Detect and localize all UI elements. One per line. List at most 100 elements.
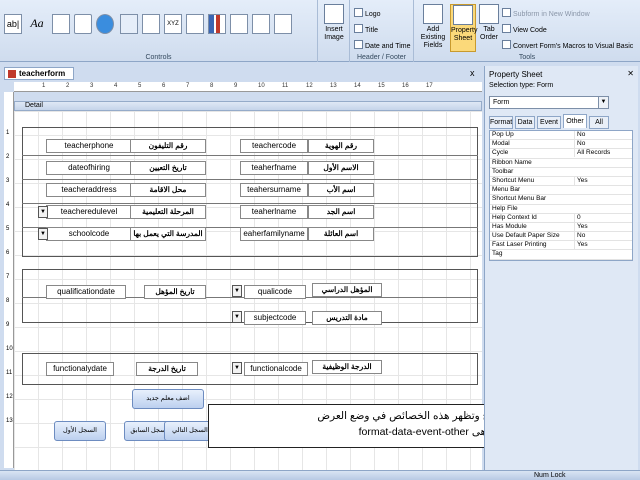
teacher-field[interactable]: teacheraddress	[46, 183, 132, 197]
property-row[interactable]: Has Module Yes	[490, 222, 632, 233]
subjectcode-field[interactable]: subjectcode	[244, 311, 306, 325]
view-code-label: View Code	[513, 27, 547, 34]
teacher-field[interactable]: eaherfamilyname	[240, 227, 308, 241]
textbox-control-icon[interactable]: Aa	[28, 14, 46, 34]
label-control-icon[interactable]: ab|	[4, 14, 22, 34]
title-button[interactable]: Title	[354, 24, 378, 35]
vertical-ruler: 1 2 3 4 5 6 7 8 9 10 11 12 13	[4, 92, 14, 468]
add-teacher-button[interactable]: اضف معلم جديد	[132, 389, 204, 409]
chart-control-icon[interactable]	[208, 14, 226, 34]
property-value[interactable]: Yes	[574, 222, 632, 231]
ruler-tick: 10	[6, 346, 13, 352]
logo-button[interactable]: Logo	[354, 8, 381, 19]
tab-other[interactable]: Other	[563, 114, 587, 128]
tab-event[interactable]: Event	[537, 116, 561, 129]
header-footer-label: Header / Footer	[356, 54, 407, 61]
property-value[interactable]: Yes	[574, 241, 632, 250]
fields-icon	[423, 4, 443, 24]
property-value[interactable]: No	[574, 232, 632, 241]
tab-data[interactable]: Data	[515, 116, 535, 129]
property-row[interactable]: Shortcut Menu Yes	[490, 176, 632, 187]
detail-section-header[interactable]: Detail	[14, 101, 482, 111]
ruler-tick: 6	[6, 250, 10, 256]
ruler-tick: 3	[6, 178, 10, 184]
functionalydate-field[interactable]: functionalydate	[46, 362, 114, 376]
property-row[interactable]: Fast Laser Printing Yes	[490, 241, 632, 251]
ruler-tick: 12	[6, 394, 13, 400]
chevron-down-icon[interactable]: ▼	[598, 97, 608, 108]
property-grid: Pop Up No Modal No Cycle All Records Ribbon Na…	[489, 130, 633, 261]
teacher-field[interactable]: teahersurname	[240, 183, 308, 197]
more-controls-icon[interactable]	[274, 14, 292, 34]
qualificationdate-field[interactable]: qualificationdate	[46, 285, 126, 299]
property-row[interactable]: Tag	[490, 250, 632, 260]
toggle-button-icon[interactable]	[252, 14, 270, 34]
property-value[interactable]: Yes	[574, 176, 632, 185]
calendar-icon	[354, 40, 363, 49]
chevron-down-icon[interactable]: ▼	[232, 362, 242, 374]
teacher-field[interactable]: teaherfname	[240, 161, 308, 175]
button-control-icon[interactable]	[52, 14, 70, 34]
property-row[interactable]: Pop Up No	[490, 131, 632, 141]
teacher-field[interactable]: teacheredulevel	[46, 205, 132, 219]
property-row[interactable]: Toolbar	[490, 168, 632, 177]
ruler-tick: 17	[426, 83, 433, 89]
ruler-tick: 4	[6, 202, 10, 208]
object-selector[interactable]: Form ▼	[489, 96, 609, 109]
web-browser-icon[interactable]	[120, 14, 138, 34]
teacher-label: اسم الجد	[308, 205, 374, 219]
ruler-tick: 5	[6, 226, 10, 232]
chevron-down-icon[interactable]: ▼	[38, 206, 48, 218]
teacher-field[interactable]: teacherphone	[46, 139, 132, 153]
view-code-button[interactable]: View Code	[502, 24, 547, 35]
header-footer-group: Logo Title Date and Time Header / Footer	[350, 0, 414, 62]
chevron-down-icon[interactable]: ▼	[38, 228, 48, 240]
property-row[interactable]: Menu Bar	[490, 186, 632, 196]
first-record-button[interactable]: السجل الأول	[54, 421, 106, 441]
property-row[interactable]: Help Context Id 0	[490, 213, 632, 223]
chevron-down-icon[interactable]: ▼	[232, 285, 242, 297]
page-break-icon[interactable]	[186, 14, 204, 34]
property-row[interactable]: Shortcut Menu Bar	[490, 195, 632, 205]
teacher-field[interactable]: teaherlname	[240, 205, 308, 219]
close-icon[interactable]: x	[470, 68, 475, 78]
teacher-field[interactable]: dateofhiring	[46, 161, 132, 175]
subform-new-window-button[interactable]: Subform in New Window	[502, 8, 590, 19]
convert-macros-button[interactable]: Convert Form's Macros to Visual Basic	[502, 40, 633, 51]
navigation-control-icon[interactable]	[142, 14, 160, 34]
close-icon[interactable]: ✕	[627, 69, 634, 78]
teacher-field[interactable]: schoolcode	[46, 227, 132, 241]
property-value[interactable]: All Records	[574, 149, 632, 158]
tab-all[interactable]: All	[589, 116, 609, 129]
selection-type: Selection type: Form	[489, 82, 554, 89]
line-control-icon[interactable]	[230, 14, 248, 34]
property-value[interactable]: No	[574, 131, 632, 139]
property-value[interactable]: 0	[574, 213, 632, 222]
teacher-label: تاريخ التعيين	[130, 161, 206, 175]
property-row[interactable]: Modal No	[490, 140, 632, 150]
property-value[interactable]: No	[574, 140, 632, 149]
tab-control-icon[interactable]	[74, 14, 92, 34]
property-sheet-icon	[453, 5, 473, 25]
hyperlink-control-icon[interactable]	[96, 14, 114, 34]
logo-label: Logo	[365, 11, 381, 18]
property-row[interactable]: Ribbon Name	[490, 159, 632, 168]
ribbon: ab| Aa XYZ Controls Insert Image Logo Ti…	[0, 0, 640, 62]
tab-order-button[interactable]: Tab Order	[478, 4, 500, 52]
teacher-field[interactable]: teachercode	[240, 139, 308, 153]
insert-image-group: Insert Image	[318, 0, 350, 62]
chevron-down-icon[interactable]: ▼	[232, 311, 242, 323]
functionalcode-field[interactable]: functionalcode	[244, 362, 308, 376]
property-row[interactable]: Cycle All Records	[490, 149, 632, 159]
insert-image-button[interactable]: Insert Image	[320, 4, 348, 52]
property-sheet-button[interactable]: Property Sheet	[450, 4, 477, 52]
qualicode-field[interactable]: qualicode	[244, 285, 306, 299]
date-time-button[interactable]: Date and Time	[354, 40, 411, 51]
add-existing-fields-button[interactable]: Add Existing Fields	[418, 4, 448, 52]
property-row[interactable]: Help File	[490, 205, 632, 214]
property-sheet-pane: Property Sheet ✕ Selection type: Form Fo…	[484, 66, 638, 470]
option-group-icon[interactable]: XYZ	[164, 14, 182, 34]
document-tab-teacherform[interactable]: teacherform	[4, 67, 74, 80]
property-row[interactable]: Use Default Paper Size No	[490, 232, 632, 242]
tab-format[interactable]: Format	[489, 116, 513, 129]
